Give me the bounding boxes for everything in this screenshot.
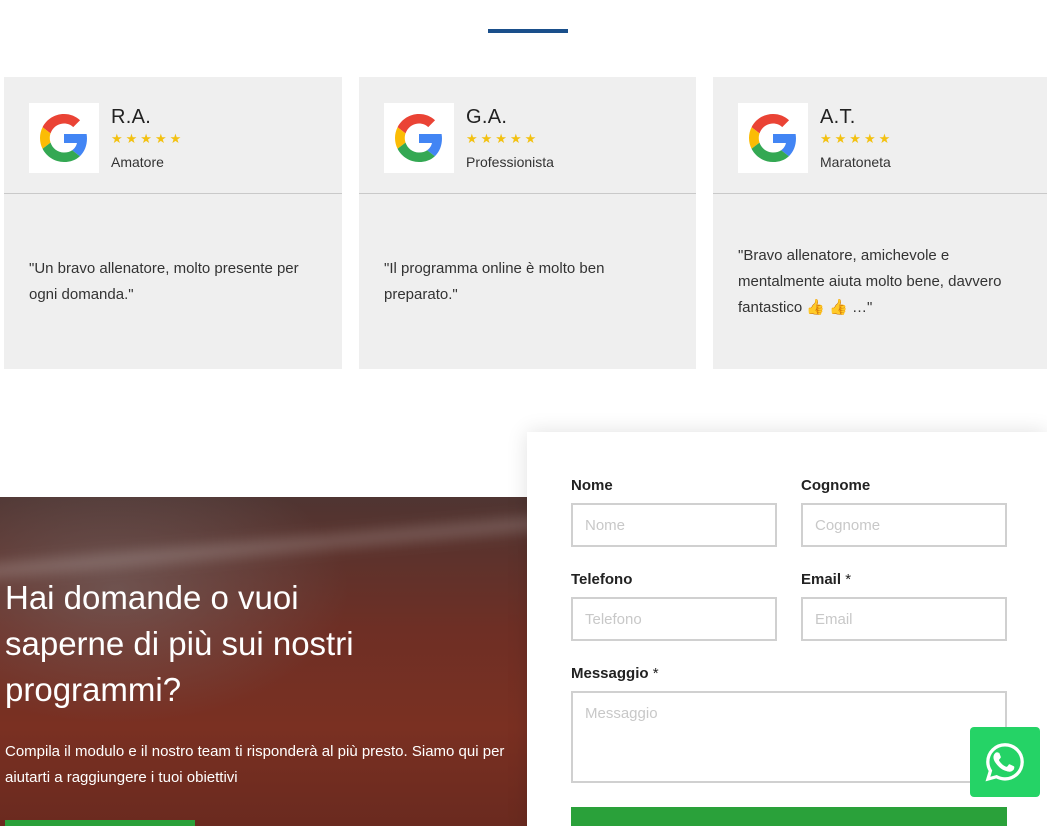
reviewer-role: Amatore bbox=[111, 154, 164, 170]
cognome-input[interactable] bbox=[801, 503, 1007, 547]
review-header: R.A. ★★★★★ Amatore bbox=[4, 77, 342, 194]
contact-hero-background: Hai domande o vuoi saperne di più sui no… bbox=[0, 497, 527, 826]
nome-label: Nome bbox=[571, 477, 613, 494]
reviewer-role: Maratoneta bbox=[820, 154, 891, 170]
review-header: G.A. ★★★★★ Professionista bbox=[359, 77, 696, 194]
star-rating: ★★★★★ bbox=[111, 131, 185, 146]
reviewer-name: R.A. bbox=[111, 106, 152, 128]
required-mark: * bbox=[652, 665, 659, 682]
contact-hero-subtitle: Compila il modulo e il nostro team ti ri… bbox=[5, 743, 505, 786]
telefono-input[interactable] bbox=[571, 597, 777, 641]
section-divider-accent bbox=[488, 29, 568, 33]
google-logo-icon bbox=[738, 103, 808, 173]
review-text: "Il programma online è molto ben prepara… bbox=[384, 260, 605, 303]
cognome-label: Cognome bbox=[801, 477, 871, 494]
review-header: A.T. ★★★★★ Maratoneta bbox=[713, 77, 1047, 194]
review-text: "Un bravo allenatore, molto presente per… bbox=[29, 260, 299, 303]
review-text: "Bravo allenatore, amichevole e mentalme… bbox=[738, 247, 1002, 316]
review-card: R.A. ★★★★★ Amatore "Un bravo allenatore,… bbox=[4, 77, 342, 369]
nome-input[interactable] bbox=[571, 503, 777, 547]
track-line-decoration bbox=[0, 509, 527, 581]
review-card: G.A. ★★★★★ Professionista "Il programma … bbox=[359, 77, 696, 369]
submit-button[interactable] bbox=[571, 807, 1007, 826]
messaggio-label: Messaggio * bbox=[571, 665, 659, 682]
hero-cta-button[interactable] bbox=[5, 820, 195, 826]
telefono-label: Telefono bbox=[571, 571, 633, 588]
google-logo-icon bbox=[29, 103, 99, 173]
whatsapp-icon bbox=[985, 743, 1024, 782]
whatsapp-button[interactable] bbox=[970, 727, 1040, 797]
google-logo-icon bbox=[384, 103, 454, 173]
review-card: A.T. ★★★★★ Maratoneta "Bravo allenatore,… bbox=[713, 77, 1047, 369]
star-rating: ★★★★★ bbox=[820, 131, 894, 146]
required-mark: * bbox=[845, 571, 852, 588]
reviewer-role: Professionista bbox=[466, 154, 554, 170]
email-label: Email * bbox=[801, 571, 852, 588]
star-rating: ★★★★★ bbox=[466, 131, 540, 146]
messaggio-textarea[interactable] bbox=[571, 691, 1007, 783]
email-input[interactable] bbox=[801, 597, 1007, 641]
reviewer-name: A.T. bbox=[820, 106, 856, 128]
reviewer-name: G.A. bbox=[466, 106, 508, 128]
contact-form: Nome Cognome Telefono Email * Messaggio … bbox=[527, 432, 1047, 826]
contact-hero-title: Hai domande o vuoi saperne di più sui no… bbox=[5, 579, 354, 708]
